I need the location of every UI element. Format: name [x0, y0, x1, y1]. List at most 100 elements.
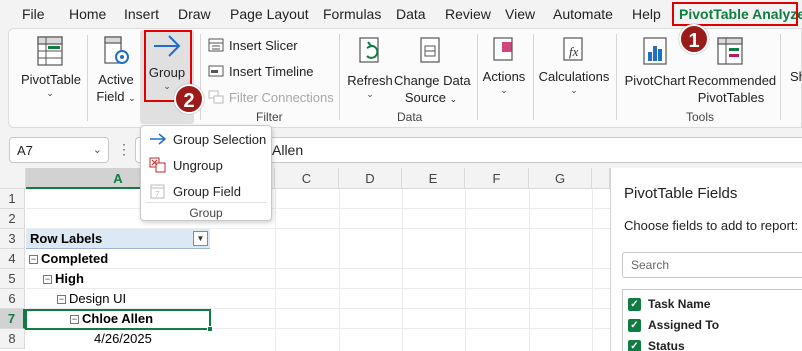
- tab-page-layout[interactable]: Page Layout: [230, 6, 309, 22]
- step-badge-1: 1: [679, 24, 709, 54]
- active-field-label-line2: Field: [96, 89, 125, 104]
- pivottable-icon: [37, 36, 63, 66]
- pivottable-label: PivotTable: [21, 72, 81, 87]
- formula-bar-menu-icon[interactable]: ⋮: [117, 137, 131, 163]
- tab-home[interactable]: Home: [69, 6, 106, 22]
- menu-item-group-selection[interactable]: Group Selection: [149, 131, 266, 147]
- checkbox-checked-icon[interactable]: ✓: [628, 339, 641, 351]
- tab-view[interactable]: View: [505, 6, 535, 22]
- row-header-4[interactable]: 4: [0, 249, 25, 269]
- refresh-icon: [359, 37, 379, 63]
- row-header-2[interactable]: 2: [0, 209, 25, 229]
- show-button-partial[interactable]: Sh: [790, 68, 802, 85]
- function-icon: fx: [563, 37, 583, 61]
- menu-separator: [145, 202, 267, 203]
- change-data-source-button[interactable]: Change Data Source ⌄: [394, 36, 471, 108]
- gridline: [26, 268, 610, 269]
- tab-help[interactable]: Help: [632, 6, 661, 22]
- chevron-down-icon: ⌄: [366, 89, 374, 99]
- column-header-f[interactable]: F: [465, 168, 529, 189]
- tab-draw[interactable]: Draw: [178, 6, 211, 22]
- row-header-6[interactable]: 6: [0, 289, 25, 309]
- chevron-down-icon: ⌄: [92, 144, 102, 156]
- column-header-g[interactable]: G: [529, 168, 592, 189]
- gridline: [592, 189, 593, 351]
- collapse-icon[interactable]: −: [57, 295, 66, 304]
- menu-item-label: Ungroup: [173, 157, 223, 173]
- row-header-7[interactable]: 7: [0, 309, 25, 329]
- checkbox-checked-icon[interactable]: ✓: [628, 297, 641, 311]
- data-group-label: Data: [397, 110, 423, 124]
- field-search-input[interactable]: Search: [622, 252, 802, 278]
- ribbon-separator: [780, 34, 781, 120]
- chevron-down-icon: ⌄: [570, 85, 578, 95]
- gridline: [465, 189, 466, 351]
- actions-icon: [493, 37, 513, 61]
- checkbox-checked-icon[interactable]: ✓: [628, 318, 641, 332]
- change-data-source-line1: Change Data: [394, 73, 471, 88]
- column-header-d[interactable]: D: [339, 168, 402, 189]
- field-assigned-to[interactable]: ✓ Assigned To: [628, 318, 719, 332]
- select-all-corner[interactable]: [0, 168, 26, 189]
- tools-group-label: Tools: [686, 110, 715, 124]
- column-header-c[interactable]: C: [275, 168, 339, 189]
- pivotchart-button[interactable]: PivotChart: [622, 36, 688, 89]
- filter-connections-button[interactable]: Filter Connections: [208, 89, 334, 105]
- menu-item-ungroup[interactable]: Ungroup: [149, 157, 223, 173]
- active-field-button[interactable]: Active Field ⌄: [91, 35, 141, 107]
- row-header-1[interactable]: 1: [0, 189, 25, 209]
- calculations-button[interactable]: fx Calculations ⌄: [538, 36, 610, 95]
- recommended-line1: Recommended: [688, 73, 777, 88]
- pivotchart-label: PivotChart: [624, 73, 686, 88]
- row-header-3[interactable]: 3: [0, 229, 25, 249]
- field-label: Task Name: [648, 297, 711, 311]
- ribbon-separator: [616, 34, 617, 120]
- row-header-8[interactable]: 8: [0, 329, 25, 349]
- gridline: [275, 189, 276, 351]
- menu-item-label: Group Field: [173, 183, 241, 199]
- field-status[interactable]: ✓ Status: [628, 339, 685, 351]
- insert-slicer-button[interactable]: Insert Slicer: [208, 37, 298, 53]
- pivot-row-high[interactable]: − High: [43, 269, 84, 289]
- row-header-5[interactable]: 5: [0, 269, 25, 289]
- pivottable-button[interactable]: PivotTable ⌄: [21, 35, 81, 98]
- change-data-source-icon: [420, 37, 440, 63]
- column-header-e[interactable]: E: [402, 168, 465, 189]
- collapse-icon[interactable]: −: [29, 255, 38, 264]
- gridline: [26, 208, 610, 209]
- tab-formulas[interactable]: Formulas: [323, 6, 381, 22]
- tab-automate[interactable]: Automate: [553, 6, 613, 22]
- chevron-down-icon: ⌄: [500, 85, 508, 95]
- column-header-partial[interactable]: [592, 168, 610, 189]
- pane-subtitle: Choose fields to add to report:: [624, 218, 799, 233]
- pivot-row-design-ui[interactable]: − Design UI: [57, 289, 126, 309]
- ribbon-separator: [339, 34, 340, 120]
- filter-dropdown-icon[interactable]: ▼: [193, 231, 208, 246]
- tab-file[interactable]: File: [22, 6, 45, 22]
- insert-timeline-label: Insert Timeline: [229, 63, 314, 79]
- field-task-name[interactable]: ✓ Task Name: [628, 297, 710, 311]
- name-box[interactable]: A7 ⌄: [9, 137, 109, 163]
- timeline-icon: [208, 65, 224, 77]
- insert-timeline-button[interactable]: Insert Timeline: [208, 63, 314, 79]
- show-label-partial: Sh: [790, 69, 802, 84]
- tab-data[interactable]: Data: [396, 6, 426, 22]
- pivot-row-date[interactable]: 4/26/2025: [94, 329, 152, 349]
- actions-button[interactable]: Actions ⌄: [482, 36, 526, 95]
- gridline: [402, 189, 403, 351]
- ungroup-icon: [149, 157, 166, 173]
- chevron-down-icon: ⌄: [128, 93, 136, 103]
- group-dropdown-menu: Group Selection Ungroup 7 Group Field Gr…: [140, 125, 272, 221]
- collapse-icon[interactable]: −: [43, 275, 52, 284]
- filter-connections-icon: [208, 90, 224, 104]
- row-labels-header[interactable]: Row Labels: [30, 229, 102, 249]
- refresh-button[interactable]: Refresh ⌄: [346, 36, 394, 99]
- tab-review[interactable]: Review: [445, 6, 491, 22]
- fill-handle[interactable]: [207, 326, 213, 332]
- gridline: [529, 189, 530, 351]
- pivot-row-completed[interactable]: − Completed: [29, 249, 108, 269]
- slicer-icon: [208, 38, 224, 52]
- menu-item-group-field[interactable]: 7 Group Field: [149, 183, 241, 199]
- calculations-label: Calculations: [538, 69, 610, 84]
- tab-insert[interactable]: Insert: [124, 6, 159, 22]
